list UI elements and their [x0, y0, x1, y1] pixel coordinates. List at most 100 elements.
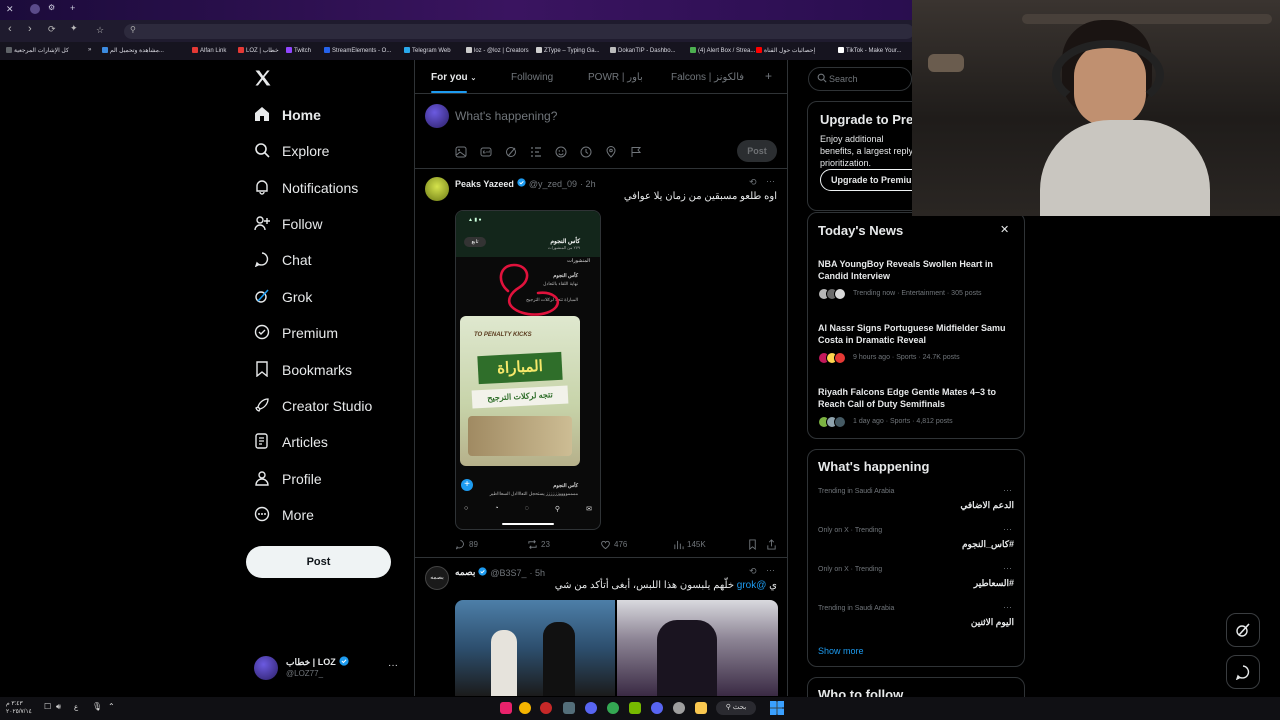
discord-icon[interactable]: [585, 702, 597, 714]
image-icon[interactable]: [455, 146, 467, 158]
discord-icon[interactable]: [651, 702, 663, 714]
tweet-media-image[interactable]: [455, 600, 615, 696]
trend-name[interactable]: #كاس_النجوم: [962, 539, 1014, 550]
emoji-icon[interactable]: [555, 146, 567, 158]
address-bar[interactable]: ☆ ⚲: [96, 24, 914, 39]
trend-name[interactable]: الدعم الاضافي: [960, 500, 1014, 511]
bookmark-item[interactable]: مشاهدة وتحميل الم...: [102, 47, 164, 54]
tweet-author[interactable]: Peaks Yazeed: [455, 179, 514, 189]
bookmark-item[interactable]: Telegram Web: [404, 47, 451, 54]
tweet-handle[interactable]: @y_zed_09: [529, 179, 577, 189]
nav-notifications[interactable]: Notifications: [254, 173, 358, 203]
language-indicator[interactable]: ع: [74, 703, 78, 711]
trend-menu-icon[interactable]: ···: [1003, 602, 1012, 612]
compose-input[interactable]: What's happening?: [455, 109, 557, 123]
taskbar-clock[interactable]: ٣:٤٣ م ٢٠٢٥/٧/١٤: [6, 700, 32, 716]
close-icon[interactable]: ✕: [6, 4, 14, 15]
notification-icon[interactable]: ☐: [44, 702, 51, 711]
bookmark-item[interactable]: (4) Alert Box / Strea...: [690, 47, 755, 54]
trend-name[interactable]: اليوم الاثنين: [971, 617, 1014, 628]
share-button[interactable]: [766, 539, 777, 550]
bookmarks-overflow-icon[interactable]: »: [88, 47, 91, 53]
tray-chevron-icon[interactable]: ⌃: [108, 702, 115, 711]
bookmark-item[interactable]: DokanTIP - Dashbo...: [610, 47, 676, 54]
nav-home[interactable]: Home: [254, 100, 321, 130]
taskbar-app-icon[interactable]: [540, 702, 552, 714]
chrome-icon[interactable]: [607, 702, 619, 714]
windows-start-icon[interactable]: [770, 701, 784, 715]
tweet-time[interactable]: · 5h: [530, 568, 546, 578]
tab-for-you[interactable]: For you ⌄: [431, 72, 476, 83]
nav-articles[interactable]: Articles: [254, 427, 328, 457]
nav-bookmarks[interactable]: Bookmarks: [254, 355, 352, 385]
nav-profile[interactable]: Profile: [254, 464, 322, 494]
news-item-title[interactable]: NBA YoungBoy Reveals Swollen Heart in Ca…: [818, 258, 1018, 282]
tweet-menu-icon[interactable]: ···: [766, 176, 775, 186]
tweet-menu-icon[interactable]: ···: [766, 565, 775, 575]
nav-grok[interactable]: Grok: [254, 282, 312, 312]
back-icon[interactable]: ‹: [8, 23, 12, 35]
bookmark-item[interactable]: loz - @loz | Creators: [466, 47, 529, 54]
nav-creator-studio[interactable]: Creator Studio: [254, 391, 372, 421]
bookmark-button[interactable]: [747, 539, 758, 550]
messages-floating-button[interactable]: [1226, 655, 1260, 689]
new-tab-icon[interactable]: +: [70, 3, 75, 13]
nav-more[interactable]: More: [254, 500, 314, 530]
flag-icon[interactable]: [630, 146, 642, 158]
mic-icon[interactable]: 🎙︎: [92, 702, 102, 711]
bookmark-item[interactable]: إحصائيات حول القناة: [756, 47, 815, 54]
nav-premium[interactable]: Premium: [254, 318, 338, 348]
mention-link[interactable]: @grok: [737, 580, 767, 591]
tab-following[interactable]: Following: [511, 72, 553, 83]
like-button[interactable]: 476: [600, 539, 627, 550]
tab-powr[interactable]: POWR | باور: [588, 72, 643, 83]
taskbar-app-icon[interactable]: [563, 702, 575, 714]
location-icon[interactable]: [605, 146, 617, 158]
retweet-button[interactable]: 23: [527, 539, 550, 550]
extension-icon[interactable]: ✦: [70, 23, 78, 34]
poll-icon[interactable]: [530, 146, 542, 158]
avatar[interactable]: [254, 656, 278, 680]
volume-icon[interactable]: 🔊︎: [56, 702, 61, 712]
bookmark-item[interactable]: Twitch: [286, 47, 311, 54]
nav-chat[interactable]: Chat: [254, 245, 312, 275]
tweet-media[interactable]: ▲ ▮ ● كأس النجوم ٢٧٩ من المنشورات تابع ا…: [455, 210, 601, 530]
chrome-icon[interactable]: [519, 702, 531, 714]
browser-tab-icon[interactable]: [30, 4, 40, 14]
account-name-row[interactable]: خطاب | LOZ: [286, 656, 349, 668]
bookmark-item[interactable]: Alfan Link: [192, 47, 226, 54]
schedule-icon[interactable]: [580, 146, 592, 158]
add-tab-icon[interactable]: +: [765, 69, 772, 83]
trend-menu-icon[interactable]: ···: [1003, 485, 1012, 495]
bookmark-item[interactable]: ZType – Typing Ga...: [536, 47, 600, 54]
bookmark-item[interactable]: TikTok - Make Your...: [838, 47, 901, 54]
browser-tab-icon[interactable]: ⚙: [48, 3, 55, 12]
grok-compose-icon[interactable]: [505, 146, 517, 158]
trend-menu-icon[interactable]: ···: [1003, 524, 1012, 534]
tweet-time[interactable]: · 2h: [580, 179, 596, 189]
tweet-avatar[interactable]: بصمه: [425, 566, 449, 590]
reload-icon[interactable]: ⟳: [48, 24, 56, 35]
compose-post-button[interactable]: Post: [737, 140, 777, 162]
gif-icon[interactable]: [480, 146, 492, 158]
taskbar-search[interactable]: ⚲ بحث: [716, 701, 756, 715]
tweet-media-image[interactable]: [617, 600, 778, 696]
reply-button[interactable]: 89: [455, 539, 478, 550]
post-button[interactable]: Post: [246, 546, 391, 578]
views-button[interactable]: 145K: [673, 539, 706, 550]
tab-falcons[interactable]: Falcons | فالكونز: [671, 72, 744, 83]
close-icon[interactable]: ✕: [1000, 223, 1009, 236]
bookmark-item[interactable]: كل الإشارات المرجعية: [6, 47, 69, 54]
taskbar-app-icon[interactable]: [673, 702, 685, 714]
tweet-author[interactable]: بصمه: [455, 567, 475, 578]
news-item-title[interactable]: Al Nassr Signs Portuguese Midfielder Sam…: [818, 322, 1018, 346]
tweet-avatar[interactable]: [425, 177, 449, 201]
star-icon[interactable]: ☆: [96, 25, 104, 36]
grok-floating-button[interactable]: [1226, 613, 1260, 647]
folder-icon[interactable]: [695, 702, 707, 714]
taskbar-app-icon[interactable]: [500, 702, 512, 714]
trend-name[interactable]: #السعاطير: [974, 578, 1014, 589]
nvidia-icon[interactable]: [629, 702, 641, 714]
x-logo-icon[interactable]: [253, 68, 273, 88]
site-settings-icon[interactable]: ⚲: [130, 25, 136, 34]
